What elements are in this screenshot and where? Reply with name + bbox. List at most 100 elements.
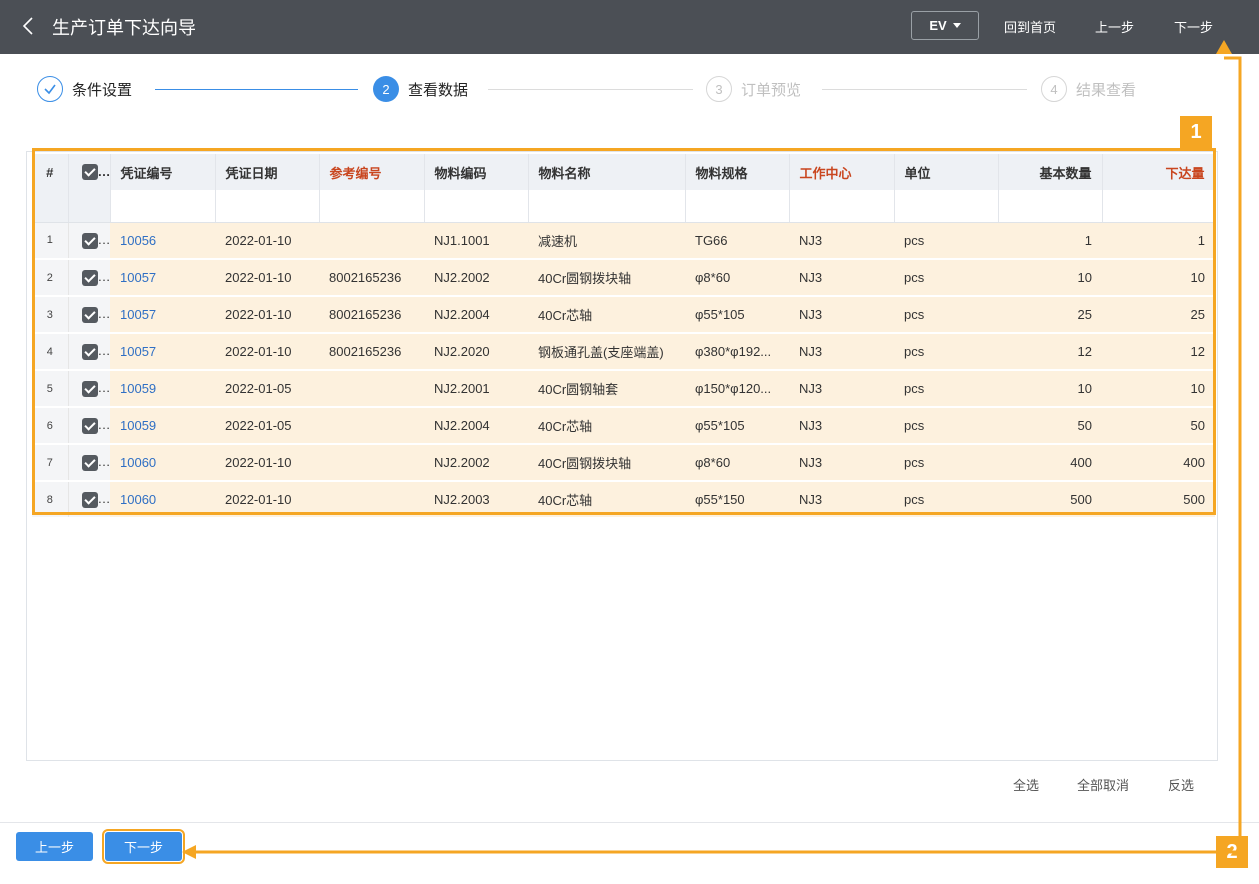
invert-selection-link[interactable]: 反选 [1168,775,1194,794]
bottom-bar [0,822,1259,884]
filter-voucher-date[interactable] [215,190,320,223]
step-2: 2 查看数据 [373,76,468,102]
step-label: 查看数据 [408,81,469,99]
column-material-code[interactable]: 物料编码 [424,154,529,190]
cell-voucher-no[interactable]: 10056 [110,222,215,260]
filter-ref-no[interactable] [319,190,425,223]
cell-voucher-no[interactable]: 10057 [110,259,215,297]
cell-unit: pcs [894,333,998,371]
table-body: 1 10056 2022-01-10 NJ1.1001 减速机 TG66 NJ3 pcs 1 1 2… [32,222,1215,519]
filter-base-qty[interactable] [998,190,1103,223]
filter-material-name[interactable] [528,190,686,223]
cell-material-spec: TG66 [685,222,789,260]
cell-voucher-no[interactable]: 10059 [110,407,215,445]
table-row[interactable]: 2 10057 2022-01-10 8002165236 NJ2.2002 40Cr圆钢… [32,259,1215,297]
column-index: # [32,154,69,190]
cell-material-code: NJ2.2020 [424,333,528,371]
table-row[interactable]: 6 10059 2022-01-05 NJ2.2004 40Cr芯轴 φ55*105 NJ3… [32,407,1215,445]
next-step-button[interactable]: 下一步 [102,829,185,864]
row-index: 7 [32,444,69,482]
filter-material-code[interactable] [424,190,529,223]
column-material-spec[interactable]: 物料规格 [685,154,790,190]
table-row[interactable]: 3 10057 2022-01-10 8002165236 NJ2.2004 40Cr芯轴… [32,296,1215,334]
filter-unit[interactable] [894,190,999,223]
cell-voucher-no[interactable]: 10060 [110,444,215,482]
row-checkbox[interactable] [68,407,110,445]
column-voucher-date[interactable]: 凭证日期 [215,154,320,190]
column-ref-no[interactable]: 参考编号 [319,154,425,190]
data-grid: # 凭证编号 凭证日期 参考编号 物料编码 物料名称 物料规格 工作中心 单位 … [26,151,1218,761]
table-row[interactable]: 4 10057 2022-01-10 8002165236 NJ2.2020 钢板通孔盖(… [32,333,1215,371]
row-checkbox[interactable] [68,333,110,371]
table-row[interactable]: 5 10059 2022-01-05 NJ2.2001 40Cr圆钢轴套 φ150*φ12… [32,370,1215,408]
cell-work-center: NJ3 [789,222,894,260]
cell-ref-no [319,222,424,260]
row-checkbox[interactable] [68,259,110,297]
column-base-qty[interactable]: 基本数量 [998,154,1103,190]
column-material-name[interactable]: 物料名称 [528,154,686,190]
column-work-center[interactable]: 工作中心 [789,154,895,190]
prev-step-button[interactable]: 上一步 [16,832,93,861]
column-release-qty[interactable]: 下达量 [1102,154,1216,190]
cell-base-qty: 500 [998,481,1102,519]
cell-material-code: NJ2.2004 [424,407,528,445]
step-number: 4 [1041,76,1067,102]
annotation-badge-1: 1 [1180,116,1212,148]
column-voucher-no[interactable]: 凭证编号 [110,154,216,190]
table-header-row: # 凭证编号 凭证日期 参考编号 物料编码 物料名称 物料规格 工作中心 单位 … [32,154,1216,190]
row-index: 5 [32,370,69,408]
cell-material-code: NJ2.2002 [424,444,528,482]
top-header: 生产订单下达向导 EV 回到首页 上一步 下一步 [0,0,1259,54]
cell-work-center: NJ3 [789,333,894,371]
checkbox-checked-icon [81,343,98,360]
table-row[interactable]: 1 10056 2022-01-10 NJ1.1001 减速机 TG66 NJ3 pcs 1 1 [32,222,1215,260]
cell-voucher-no[interactable]: 10059 [110,370,215,408]
cell-material-name: 40Cr圆钢拨块轴 [528,259,685,297]
row-checkbox[interactable] [68,296,110,334]
home-link[interactable]: 回到首页 [1004,17,1056,36]
header-prev-button[interactable]: 上一步 [1095,17,1134,36]
cell-voucher-date: 2022-01-10 [215,333,319,371]
cell-unit: pcs [894,407,998,445]
step-number: 3 [706,76,732,102]
cell-voucher-no[interactable]: 10060 [110,481,215,519]
column-unit[interactable]: 单位 [894,154,999,190]
cell-material-spec: φ380*φ192... [685,333,789,371]
cell-voucher-no[interactable]: 10057 [110,333,215,371]
cell-ref-no: 8002165236 [319,296,424,334]
cell-material-code: NJ2.2004 [424,296,528,334]
ev-dropdown[interactable]: EV [911,11,979,40]
check-icon [37,76,63,102]
wizard-steps: 条件设置 2 查看数据 3 订单预览 4 结果查看 [0,54,1259,126]
table-row[interactable]: 8 10060 2022-01-10 NJ2.2003 40Cr芯轴 φ55*150 NJ3… [32,481,1215,519]
step-label: 订单预览 [741,81,802,99]
header-select-all-checkbox[interactable] [68,154,111,190]
cell-base-qty: 10 [998,259,1102,297]
filter-work-center[interactable] [789,190,895,223]
back-icon[interactable] [18,14,38,38]
deselect-all-link[interactable]: 全部取消 [1077,775,1129,794]
cell-ref-no [319,407,424,445]
checkbox-checked-icon [81,306,98,323]
cell-ref-no: 8002165236 [319,259,424,297]
filter-material-spec[interactable] [685,190,790,223]
row-checkbox[interactable] [68,222,110,260]
cell-material-code: NJ2.2003 [424,481,528,519]
cell-voucher-date: 2022-01-10 [215,259,319,297]
cell-release-qty: 10 [1102,370,1215,408]
cell-material-name: 40Cr芯轴 [528,481,685,519]
filter-release-qty[interactable] [1102,190,1216,223]
filter-voucher-no[interactable] [110,190,216,223]
row-checkbox[interactable] [68,444,110,482]
cell-voucher-no[interactable]: 10057 [110,296,215,334]
row-checkbox[interactable] [68,370,110,408]
table-row[interactable]: 7 10060 2022-01-10 NJ2.2002 40Cr圆钢拨块轴 φ8*60 NJ… [32,444,1215,482]
cell-ref-no [319,370,424,408]
cell-work-center: NJ3 [789,407,894,445]
step-label: 结果查看 [1076,81,1137,99]
select-all-link[interactable]: 全选 [1013,775,1039,794]
filter-cell [32,190,69,223]
cell-unit: pcs [894,222,998,260]
row-checkbox[interactable] [68,481,110,519]
header-next-button[interactable]: 下一步 [1174,17,1213,36]
